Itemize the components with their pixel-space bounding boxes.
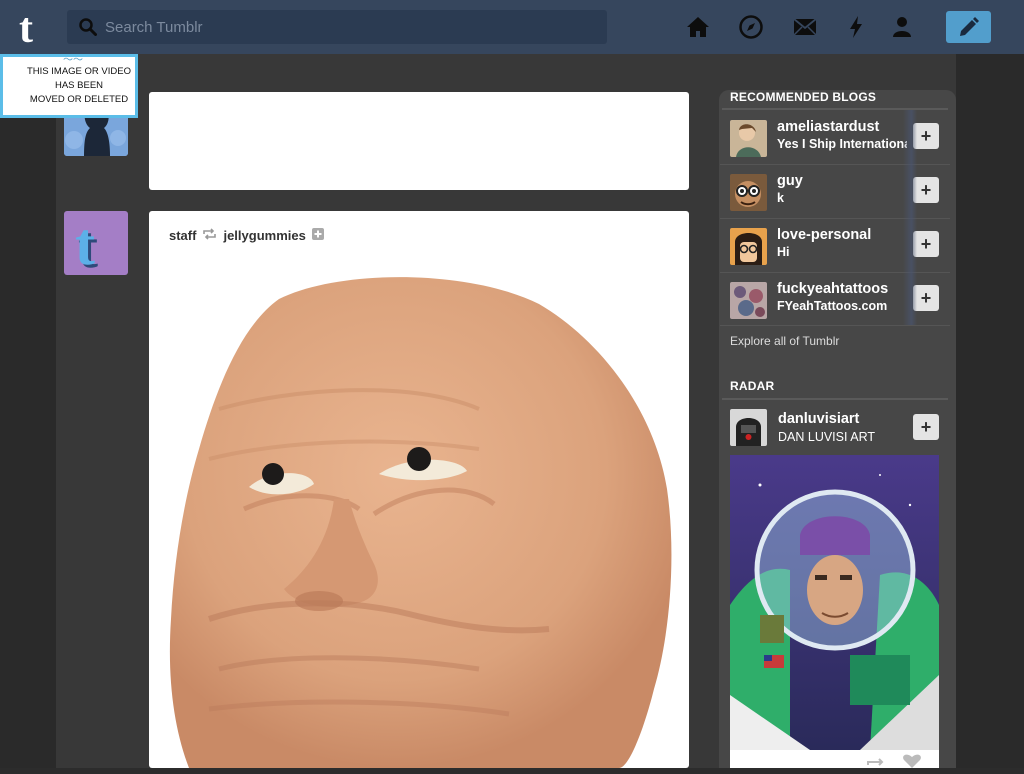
explore-compass-icon[interactable] (738, 14, 764, 40)
right-gutter (956, 54, 1024, 768)
like-heart-icon[interactable] (902, 754, 922, 773)
moved-notice-line-1: THIS IMAGE OR VIDEO (27, 66, 131, 77)
home-icon[interactable] (685, 14, 711, 40)
blog-avatar[interactable] (730, 228, 767, 265)
radar-title: RADAR (730, 379, 775, 393)
blog-name[interactable]: guy (777, 173, 907, 189)
tumblr-logo-icon[interactable]: t (14, 6, 54, 52)
left-gutter (0, 54, 56, 768)
list-divider (720, 325, 950, 326)
radar-blog-name[interactable]: danluvisiart (778, 411, 859, 427)
scroll-fade-overlay (903, 110, 917, 325)
post-card: staff jellygummies (149, 211, 689, 768)
recommended-blogs-title: RECOMMENDED BLOGS (730, 90, 877, 104)
reblog-icon[interactable] (866, 756, 888, 774)
blog-avatar[interactable] (730, 174, 767, 211)
staff-avatar[interactable]: t t (64, 211, 128, 275)
svg-text:t: t (19, 8, 33, 46)
radar-post-image[interactable] (730, 455, 939, 750)
moved-notice-text: THIS IMAGE OR VIDEO HAS BEEN MOVED OR DE… (9, 65, 135, 107)
compose-post-button[interactable] (946, 11, 991, 43)
account-person-icon[interactable] (889, 14, 915, 40)
moved-notice-line-3: MOVED OR DELETED (29, 94, 129, 105)
blog-subtitle: k (777, 191, 784, 205)
radar-follow-button[interactable]: + (913, 414, 939, 440)
blog-subtitle: Hi (777, 245, 790, 259)
radar-blog-subtitle: DAN LUVISI ART (778, 430, 876, 444)
section-divider (722, 398, 948, 400)
moved-notice-line-2: HAS BEEN (54, 80, 104, 91)
post-image-face (169, 277, 672, 768)
reblog-icon (202, 227, 217, 243)
follow-plus-icon[interactable] (311, 227, 324, 243)
inbox-mail-icon[interactable] (792, 14, 818, 40)
top-navigation-bar: t (0, 0, 1024, 54)
blog-name[interactable]: ameliastardust (777, 119, 907, 135)
search-icon (79, 18, 97, 36)
broken-image-placeholder: 〜〜 THIS IMAGE OR VIDEO HAS BEEN MOVED OR… (0, 54, 138, 118)
post-card-empty (149, 92, 689, 190)
reblogged-from-blog[interactable]: jellygummies (223, 228, 305, 243)
blog-subtitle: FYeahTattoos.com (777, 299, 888, 313)
activity-lightning-icon[interactable] (843, 14, 869, 40)
search-bar[interactable] (67, 10, 607, 44)
svg-text:t: t (75, 211, 95, 275)
search-input[interactable] (105, 10, 595, 44)
explore-all-link[interactable]: Explore all of Tumblr (730, 334, 839, 348)
blog-name[interactable]: fuckyeahtattoos (777, 281, 907, 297)
blog-subtitle: Yes I Ship International (777, 137, 907, 151)
blog-name[interactable]: love-personal (777, 227, 907, 243)
post-header: staff jellygummies (169, 227, 324, 243)
blog-avatar[interactable] (730, 120, 767, 157)
radar-blog-avatar[interactable] (730, 409, 767, 446)
radar-post-footer (730, 750, 939, 768)
post-author[interactable]: staff (169, 228, 196, 243)
blog-avatar[interactable] (730, 282, 767, 319)
